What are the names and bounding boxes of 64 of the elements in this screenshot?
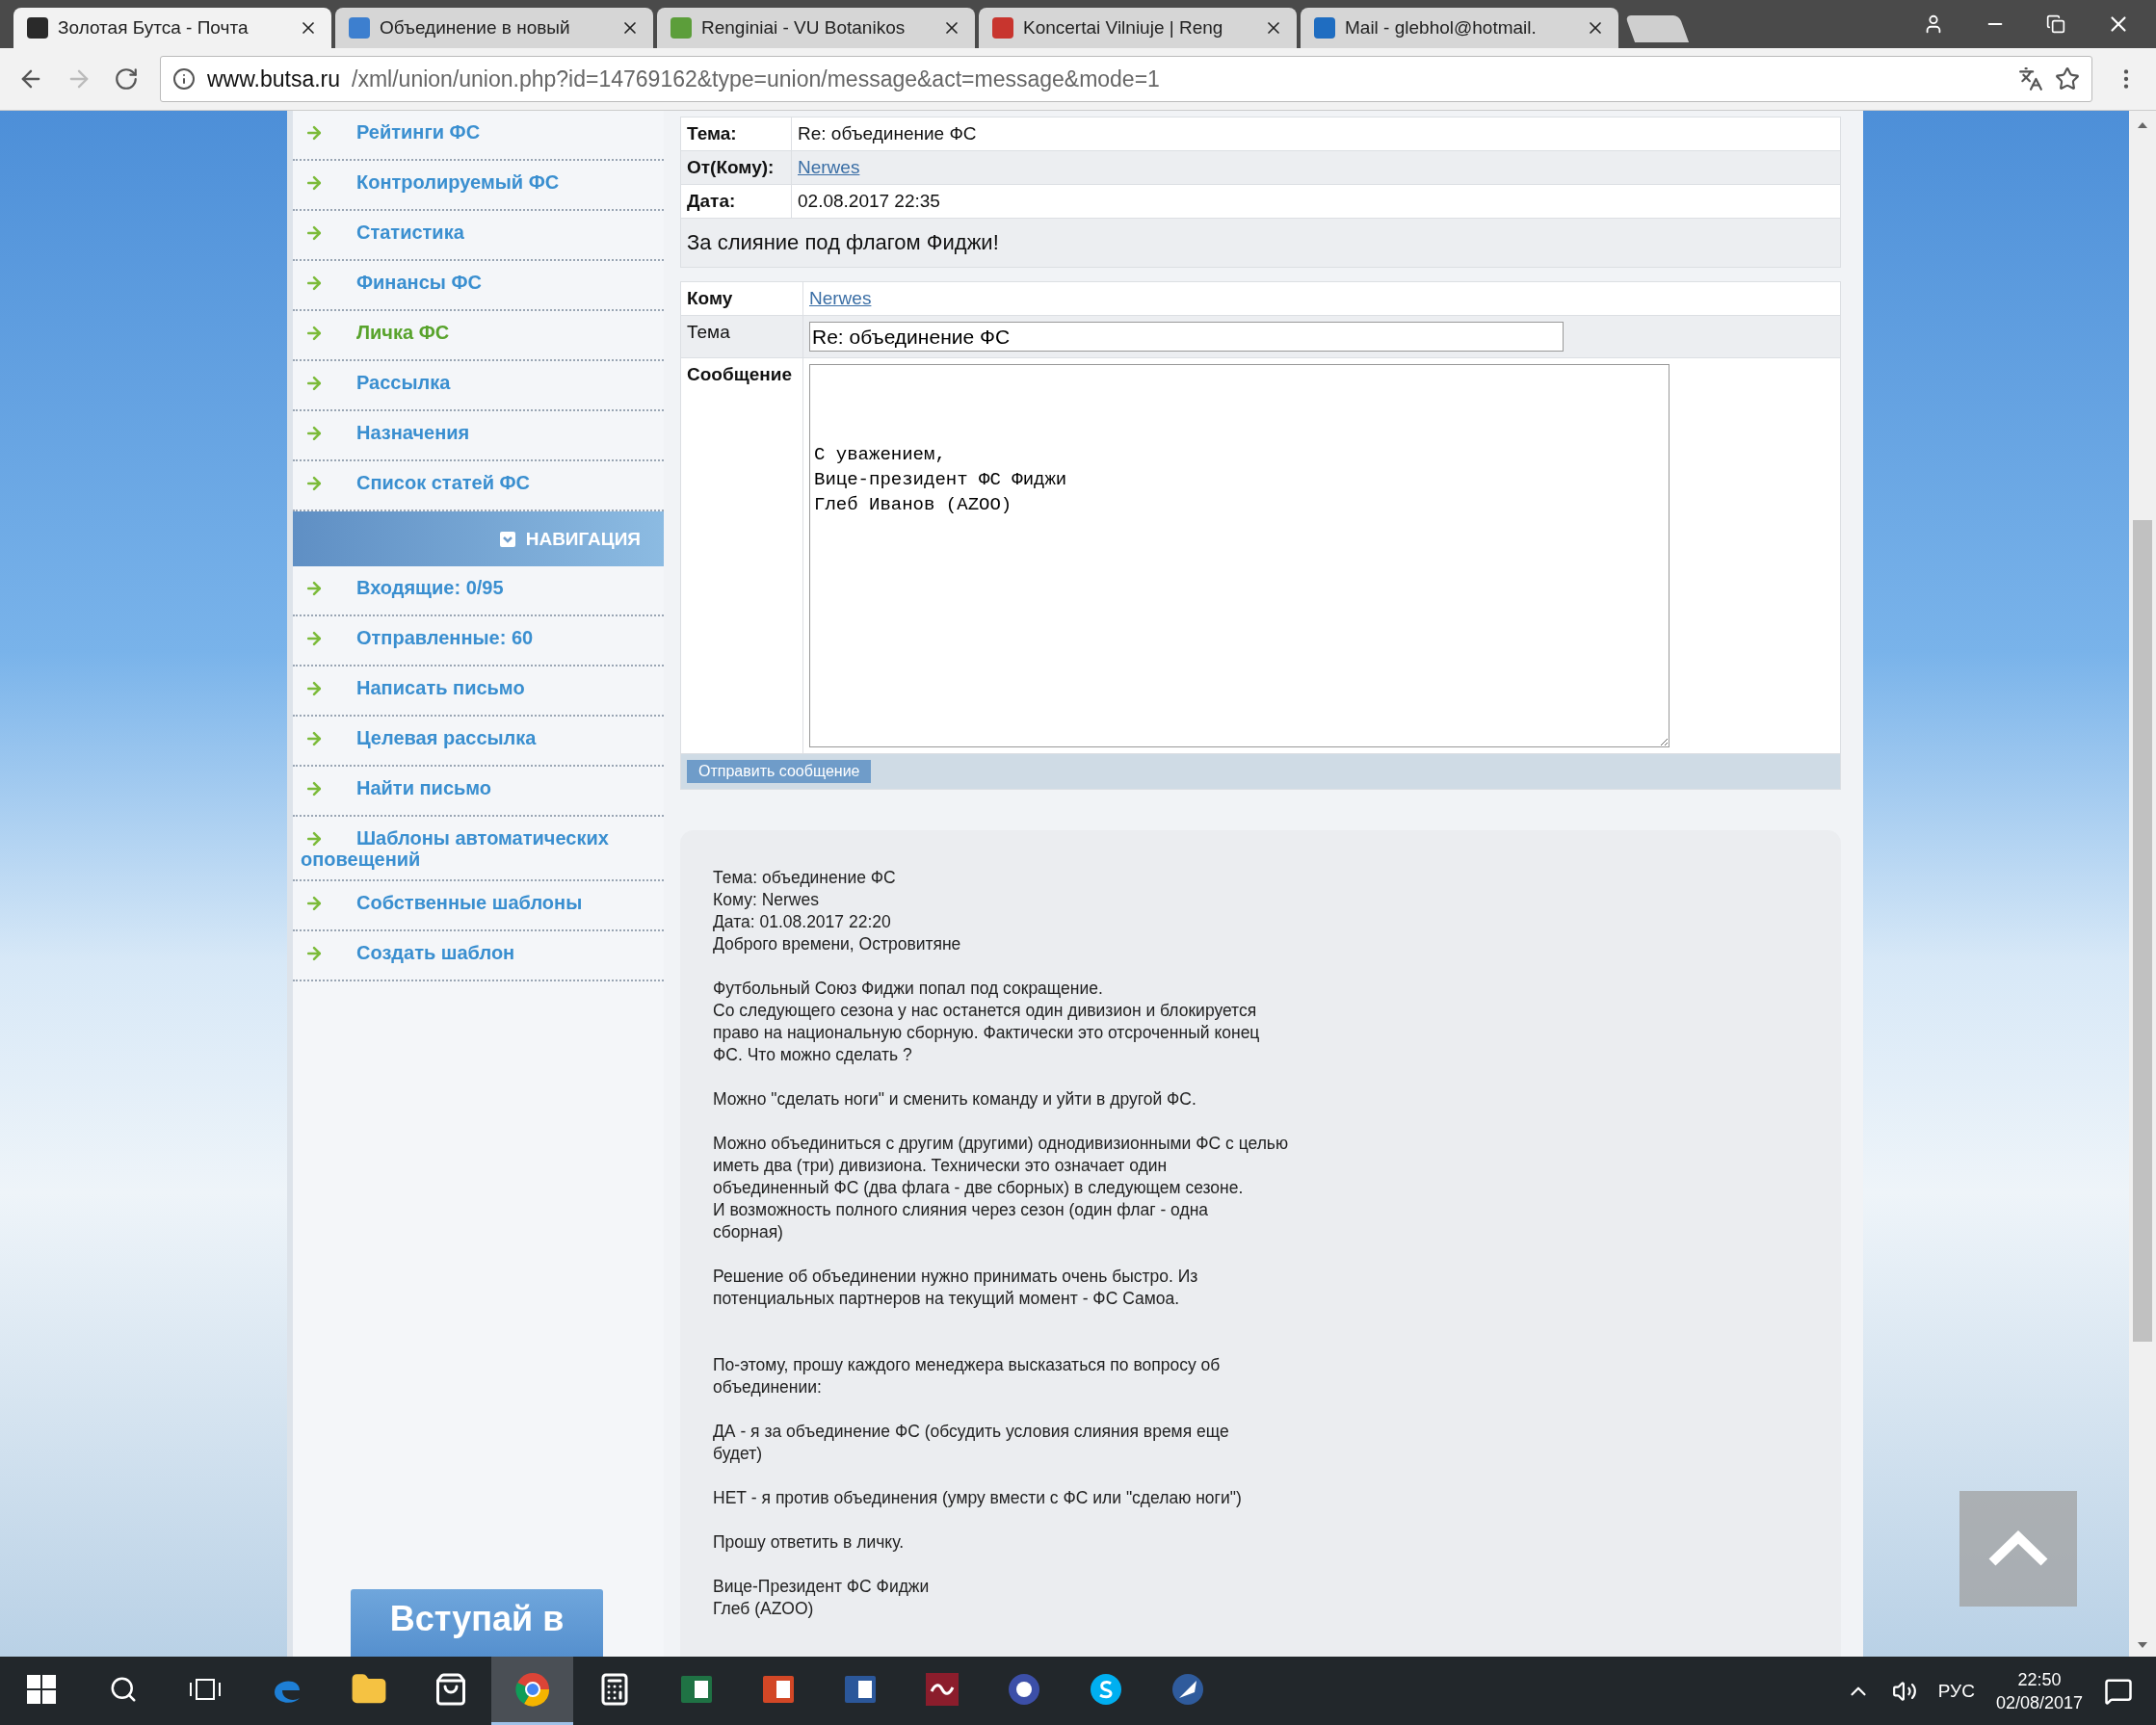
scrollbar[interactable] bbox=[2129, 111, 2156, 1657]
browser-tab[interactable]: Mail - glebhol@hotmail. bbox=[1301, 8, 1618, 48]
subject-input[interactable]: Re: объединение ФС bbox=[809, 322, 1564, 352]
sidebar-item[interactable]: Написать письмо bbox=[293, 666, 664, 717]
sidebar-item[interactable]: Найти письмо bbox=[293, 767, 664, 817]
task-view-icon bbox=[188, 1677, 222, 1702]
join-banner[interactable]: Вступай в bbox=[351, 1589, 603, 1657]
favicon-icon bbox=[27, 17, 48, 39]
message-body: За слияние под флагом Фиджи! bbox=[681, 219, 1840, 267]
field-label: Дата: bbox=[681, 185, 792, 219]
message-textarea[interactable]: С уважением, Вице-президент ФС Фиджи Глеб Иванов (AZOO) bbox=[809, 364, 1670, 747]
sidebar-item[interactable]: Назначения bbox=[293, 411, 664, 461]
sidebar-item[interactable]: Личка ФС bbox=[293, 311, 664, 361]
info-icon[interactable] bbox=[172, 67, 196, 91]
browser-tab[interactable]: Renginiai - VU Botanikos bbox=[657, 8, 975, 48]
favicon-icon bbox=[670, 17, 692, 39]
sidebar-item[interactable]: Целевая рассылка bbox=[293, 717, 664, 767]
sidebar-item[interactable]: Отправленные: 60 bbox=[293, 616, 664, 666]
collapse-icon bbox=[498, 530, 516, 548]
browser-tab[interactable]: Koncertai Vilniuje | Reng bbox=[979, 8, 1297, 48]
recipient-link[interactable]: Nerwes bbox=[809, 288, 872, 308]
bookmark-star-icon[interactable] bbox=[2055, 66, 2080, 91]
sidebar-item[interactable]: Входящие: 0/95 bbox=[293, 566, 664, 616]
input-language[interactable]: РУС bbox=[1937, 1680, 1975, 1702]
arrow-right-icon bbox=[304, 474, 324, 493]
field-value: 02.08.2017 22:35 bbox=[792, 185, 1840, 219]
field-label: Тема bbox=[681, 316, 803, 358]
arrow-right-icon bbox=[304, 374, 324, 393]
sidebar-item[interactable]: Рассылка bbox=[293, 361, 664, 411]
sidebar-item[interactable]: Статистика bbox=[293, 211, 664, 261]
windows-logo-icon bbox=[26, 1675, 56, 1704]
arrow-right-icon bbox=[304, 274, 324, 293]
field-label: От(Кому): bbox=[681, 151, 792, 185]
url-path: /xml/union/union.php?id=14769162&type=union/message&act=message&mode=1 bbox=[352, 65, 1160, 92]
address-field[interactable]: www.butsa.ru /xml/union/union.php?id=14769162&type=union/message&act=message&mode=1 bbox=[160, 56, 2092, 102]
favicon-icon bbox=[349, 17, 370, 39]
sender-link[interactable]: Nerwes bbox=[798, 157, 860, 177]
send-button[interactable]: Отправить сообщение bbox=[687, 760, 872, 783]
sidebar-item[interactable]: Рейтинги ФС bbox=[293, 111, 664, 161]
sidebar-item[interactable]: Контролируемый ФС bbox=[293, 161, 664, 211]
field-value: Re: объединение ФС bbox=[792, 118, 1840, 151]
sidebar-item[interactable]: Создать шаблон bbox=[293, 931, 664, 981]
restore-icon[interactable] bbox=[2046, 14, 2065, 34]
reload-icon[interactable] bbox=[114, 66, 139, 91]
field-label: Тема: bbox=[681, 118, 792, 151]
chevron-up-icon bbox=[1986, 1529, 2050, 1568]
sidebar-item[interactable]: Шаблоны автоматических оповещений bbox=[293, 817, 664, 881]
field-label: Кому bbox=[681, 282, 803, 316]
wave-app-icon bbox=[923, 1671, 960, 1708]
favicon-icon bbox=[992, 17, 1013, 39]
clock[interactable]: 22:50 02/08/2017 bbox=[1995, 1667, 2083, 1714]
browser-tab[interactable]: Золотая Бутса - Почта bbox=[13, 8, 331, 48]
quote-text: Тема: объединение ФС Кому: Nerwes Дата: 01.08.2017 22:20 Доброго времени, Островитяне Футбольный Союз Фиджи попал под сокращение. Со следующего сезона у нас останется один дивизион и блокируется право на национальную сборную. Фактически это отсроченный конец ФС. Что можно сделать ? Можно "сделать ноги" и сменить команду и уйти в другой ФС. Можно объединиться с другим (другими) однодивизионными ФС с целью иметь два (три) дивизиона. Технически это означает один объединенный ФС (два флага - две сборных) в следующем сезоне. И возможность полного слияния через сезон (один флаг - одна сборная) Решение об объединении нужно принимать очень быстро. Из потенциальных партнеров на текущий момент - ФС Самоа. По-этому, прошу каждого менеджера высказаться по вопросу об объединении: ДА - я за объединение ФС (обсудить условия слияния время еще будет) НЕТ - я против объединения (умру вмести с ФС или "сделаю ноги") Прошу ответить в личку. Вице-Президент ФС Фиджи Глеб (AZOO) bbox=[713, 867, 1289, 1620]
arrow-right-icon bbox=[304, 424, 324, 443]
sidebar-item[interactable]: Собственные шаблоны bbox=[293, 881, 664, 931]
translate-icon[interactable] bbox=[2018, 66, 2043, 91]
url-host: www.butsa.ru bbox=[207, 65, 341, 92]
sidebar-item[interactable]: Финансы ФС bbox=[293, 261, 664, 311]
navigation-title: НАВИГАЦИЯ bbox=[525, 528, 641, 550]
field-label: Сообщение bbox=[681, 358, 803, 754]
favicon-icon bbox=[1314, 17, 1335, 39]
arrow-right-icon bbox=[304, 324, 324, 343]
browser-tab[interactable]: Объединение в новый bbox=[335, 8, 653, 48]
chrome-app-icon bbox=[513, 1671, 551, 1708]
